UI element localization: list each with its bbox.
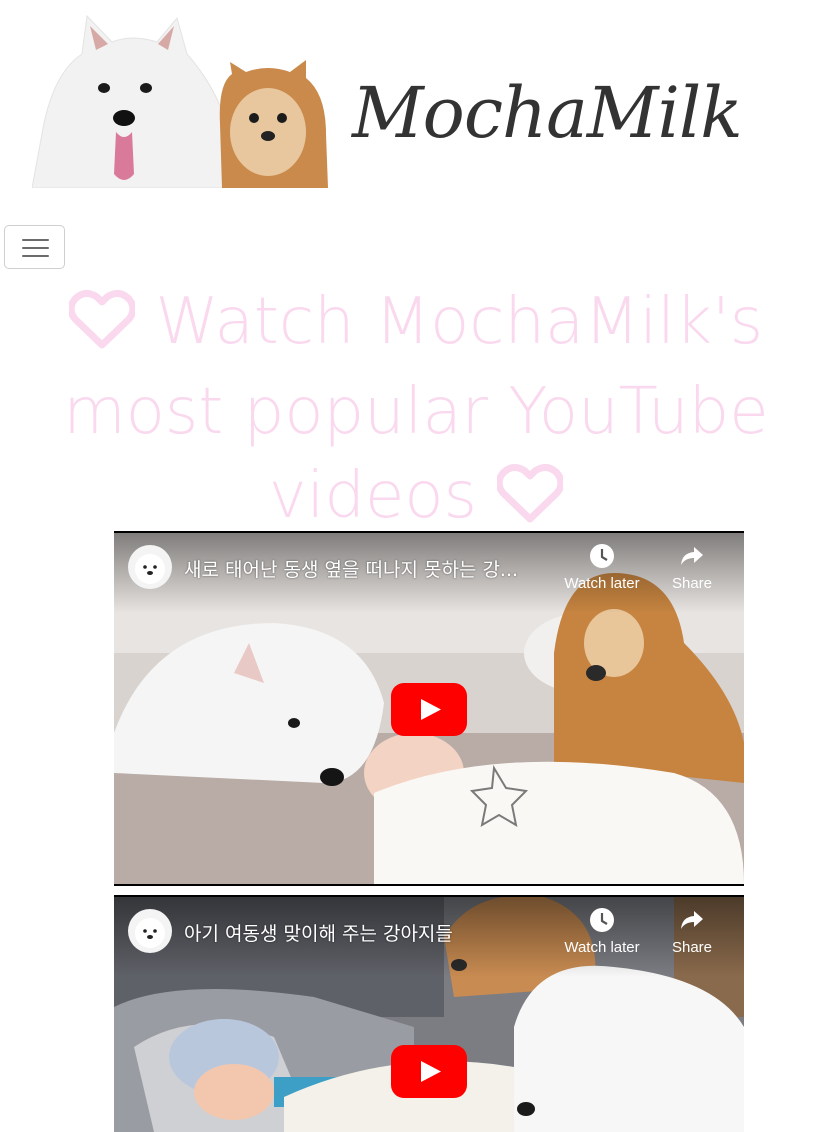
site-header: MochaMilk — [0, 0, 832, 200]
youtube-embed-2[interactable]: 아기 여동생 맞이해 주는 강아지들 Watch later Share — [114, 895, 744, 1132]
play-button-icon[interactable] — [391, 1045, 467, 1098]
share-button[interactable]: Share — [650, 543, 734, 592]
watch-later-button[interactable]: Watch later — [560, 543, 644, 592]
video-title[interactable]: 새로 태어난 동생 옆을 떠나지 못하는 강... — [184, 555, 518, 582]
navbar-toggle-button[interactable] — [4, 225, 65, 269]
youtube-embed-1[interactable]: 새로 태어난 동생 옆을 떠나지 못하는 강... Watch later Sh… — [114, 531, 744, 886]
clock-icon — [590, 908, 614, 932]
channel-avatar[interactable] — [128, 545, 172, 589]
video-title[interactable]: 아기 여동생 맞이해 주는 강아지들 — [184, 919, 453, 946]
heading-text: Watch MochaMilk's most popular YouTube v… — [63, 285, 769, 533]
site-title[interactable]: MochaMilk — [352, 78, 743, 148]
section-heading: Watch MochaMilk's most popular YouTube v… — [0, 280, 832, 544]
channel-avatar[interactable] — [128, 909, 172, 953]
clock-icon — [590, 544, 614, 568]
dogs-logo-image[interactable] — [32, 14, 328, 188]
play-button-icon[interactable] — [391, 683, 467, 736]
share-arrow-icon — [681, 911, 703, 929]
hamburger-menu-icon — [22, 239, 49, 241]
share-arrow-icon — [681, 547, 703, 565]
watch-later-button[interactable]: Watch later — [560, 907, 644, 956]
heart-outline-icon — [67, 286, 137, 370]
share-button[interactable]: Share — [650, 907, 734, 956]
